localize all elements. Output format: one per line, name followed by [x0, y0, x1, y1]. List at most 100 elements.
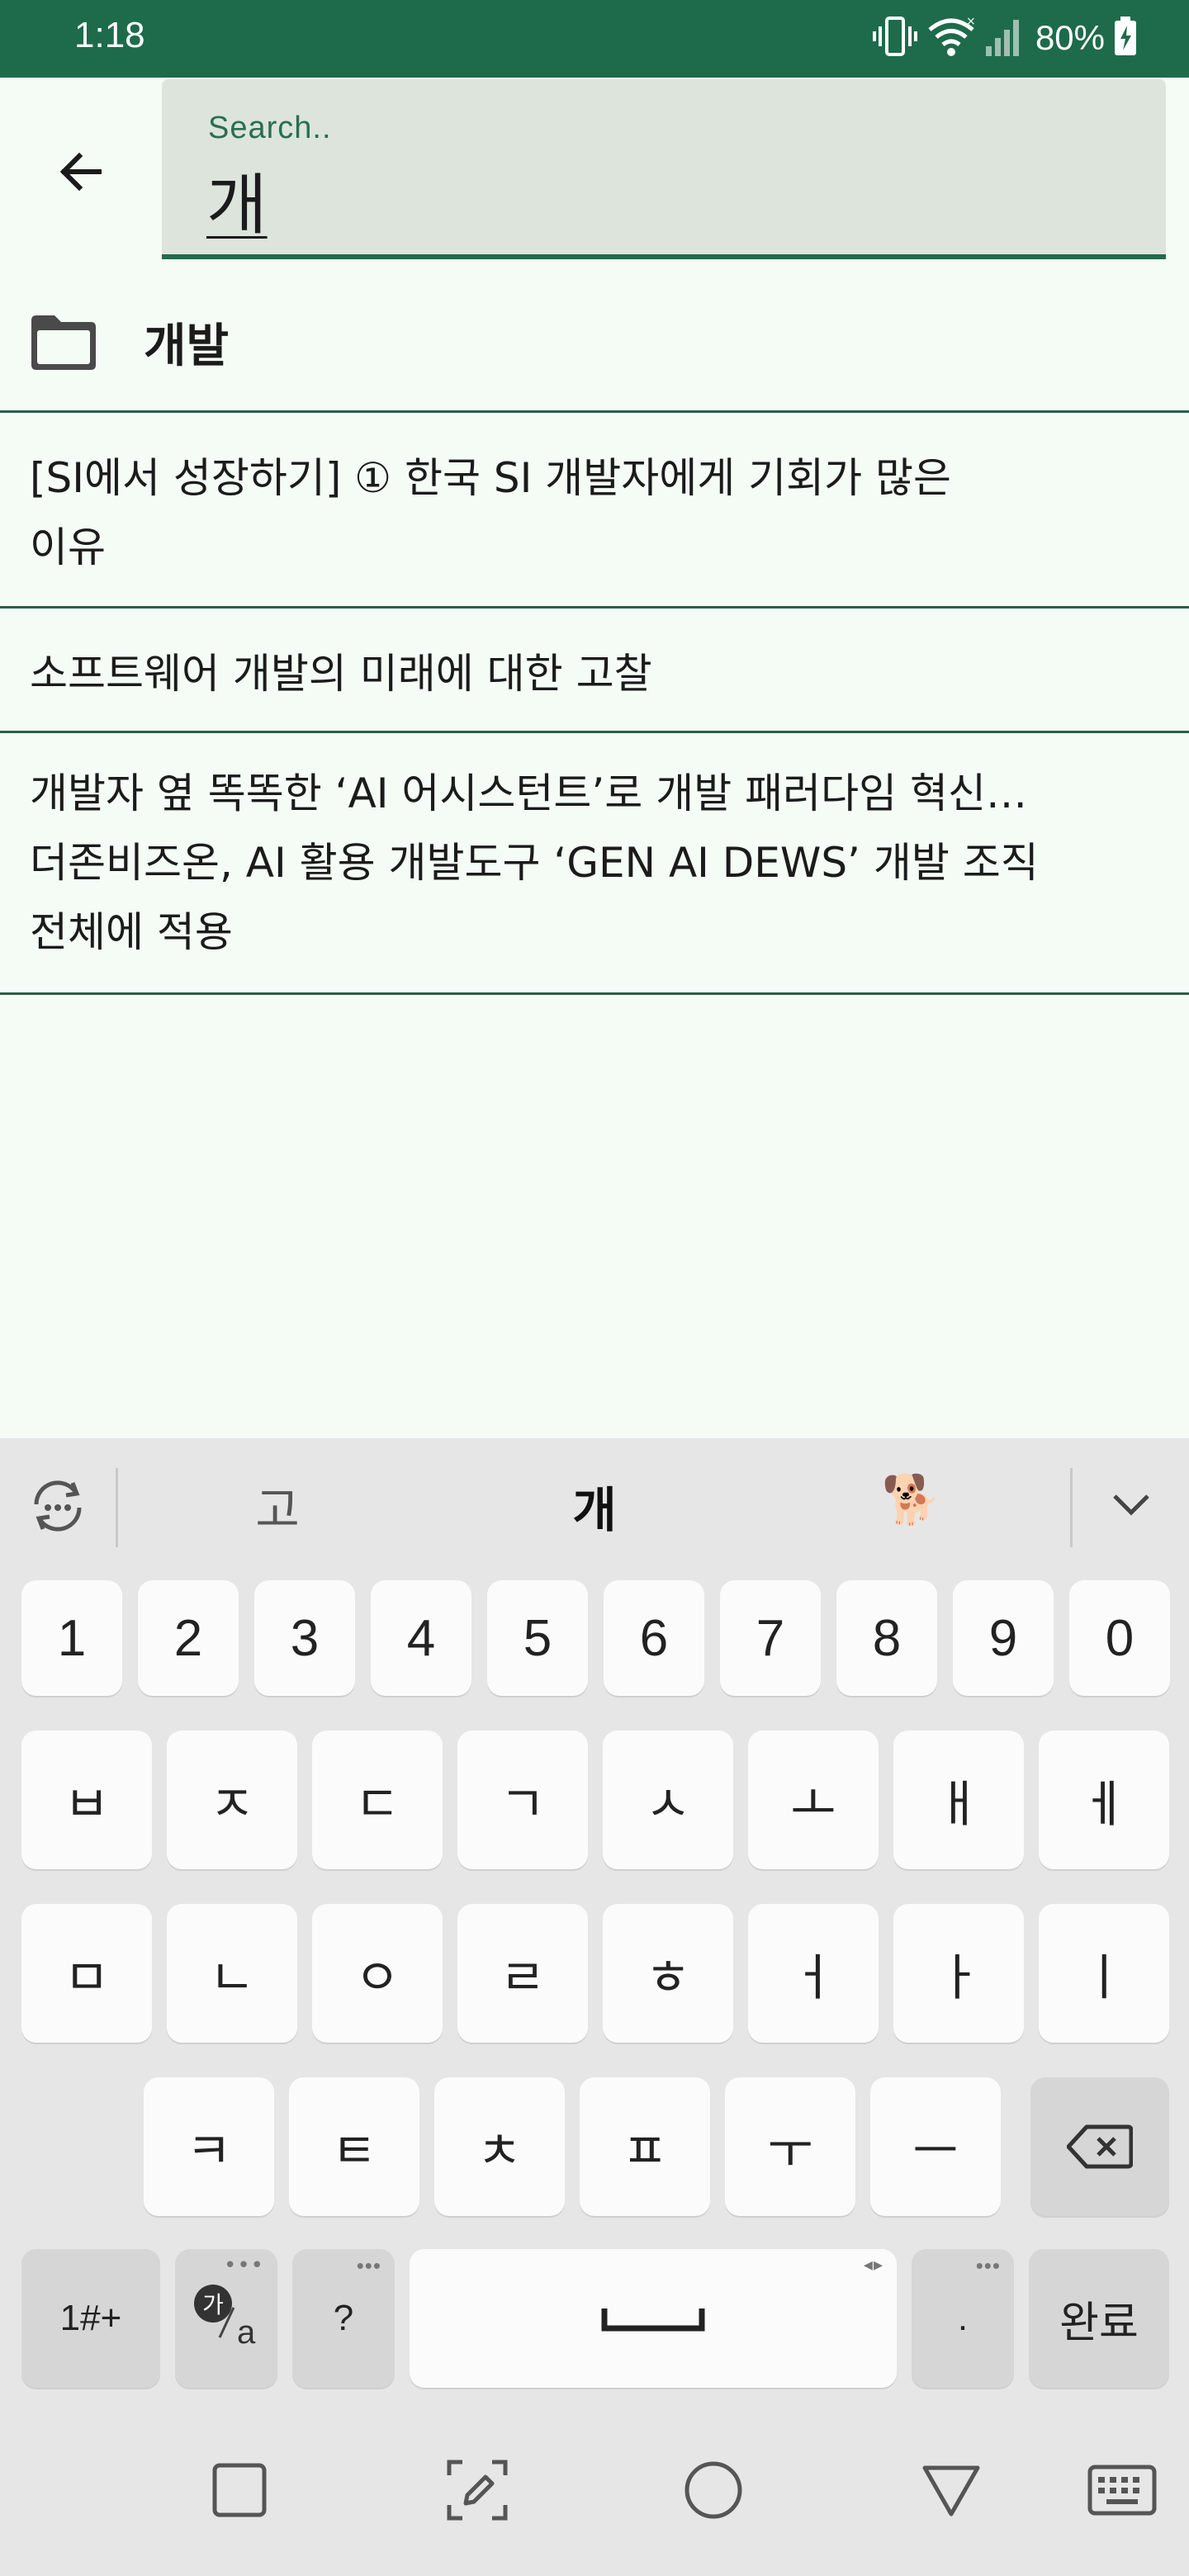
key[interactable]: ㅂ [21, 1731, 152, 1869]
list-item-line: 전체에 적용 [30, 908, 233, 956]
key[interactable]: ㅈ [167, 1731, 297, 1869]
circle-icon [685, 2461, 742, 2519]
battery-charging-icon [1113, 16, 1138, 60]
status-bar: 1:18 × 80% [0, 0, 1189, 78]
edit-capture-icon [447, 2460, 508, 2521]
language-key-sub: a [237, 2314, 256, 2351]
list-item-title: [SI에서 성장하기] ① 한국 SI 개발자에게 기회가 많은 이유 [30, 443, 1164, 582]
search-input[interactable]: 개 [206, 152, 268, 248]
key[interactable]: ㅔ [1039, 1731, 1169, 1869]
folder-icon [31, 315, 96, 370]
keyboard-tools-icon[interactable] [23, 1471, 92, 1541]
key[interactable]: ㅅ [603, 1731, 733, 1869]
key[interactable]: ㅣ [1039, 1904, 1169, 2043]
key[interactable]: 9 [953, 1580, 1054, 1696]
key[interactable]: 4 [371, 1580, 471, 1696]
home-button[interactable] [674, 2451, 753, 2530]
back-button[interactable] [41, 132, 121, 211]
key[interactable]: ㅁ [21, 1904, 152, 2043]
key[interactable]: ㅋ [144, 2077, 274, 2216]
key[interactable]: ㄷ [312, 1731, 443, 1869]
list-item-line: 개발자 옆 똑똑한 ‘AI 어시스턴트’로 개발 패러다임 혁신… [30, 769, 1027, 817]
battery-percent: 80% [1035, 18, 1105, 57]
cell-signal-icon [984, 15, 1022, 61]
key[interactable]: ㅏ [893, 1904, 1024, 2043]
more-dots-icon: ••• [223, 2253, 264, 2278]
more-dots-icon: ••• [356, 2253, 381, 2278]
key[interactable]: 3 [254, 1580, 355, 1696]
suggestion-divider [116, 1468, 118, 1547]
list-item-line: 더존비즈온, AI 활용 개발도구 ‘GEN AI DEWS’ 개발 조직 [30, 839, 1039, 887]
suggestion-item[interactable]: 개 [512, 1471, 677, 1541]
keyboard: 고 개 🐕 1 2 3 4 5 6 7 8 9 0 ㅂ ㅈ ㄷ ㄱ ㅅ ㅗ ㅐ … [0, 1438, 1189, 2576]
space-key[interactable]: ◂▸ [410, 2249, 897, 2388]
key[interactable]: ㅊ [434, 2077, 565, 2216]
key[interactable]: 7 [720, 1580, 821, 1696]
search-label: Search.. [208, 111, 332, 145]
collapse-button[interactable] [1098, 1471, 1164, 1537]
more-dots-icon: ••• [975, 2253, 1001, 2278]
key[interactable]: 5 [487, 1580, 588, 1696]
navigation-bar [0, 2427, 1189, 2576]
suggestion-divider [1070, 1468, 1073, 1547]
list-item-line: [SI에서 성장하기] ① 한국 SI 개발자에게 기회가 많은 [30, 454, 952, 502]
question-key[interactable]: ••• ? [292, 2249, 395, 2388]
key[interactable]: 1 [21, 1580, 122, 1696]
language-key-main: 가 [194, 2285, 232, 2323]
backspace-key[interactable] [1030, 2077, 1169, 2216]
suggestion-item[interactable]: 🐕 [829, 1471, 994, 1528]
key[interactable]: ㅐ [893, 1731, 1024, 1869]
key[interactable]: 0 [1069, 1580, 1170, 1696]
svg-text:×: × [966, 15, 976, 28]
triangle-down-icon [922, 2465, 980, 2517]
key[interactable]: ㄴ [167, 1904, 297, 2043]
vibrate-icon [872, 15, 918, 61]
capture-button[interactable] [438, 2451, 517, 2530]
suggestion-bar: 고 개 🐕 [0, 1438, 1189, 1574]
key[interactable]: ㅗ [748, 1731, 879, 1869]
status-icons: × 80% [872, 12, 1138, 64]
wifi-icon: × [926, 15, 976, 61]
back-nav-button[interactable] [912, 2451, 991, 2530]
key[interactable]: ㄹ [457, 1904, 588, 2043]
period-key-label: . [957, 2298, 969, 2338]
keyboard-icon [1087, 2465, 1157, 2516]
suggestion-item[interactable]: 고 [195, 1471, 360, 1541]
symbols-key[interactable]: 1#+ [21, 2249, 160, 2388]
list-item[interactable]: 소프트웨어 개발의 미래에 대한 고찰 [0, 611, 1189, 733]
key[interactable]: ㅡ [870, 2077, 1001, 2216]
language-key[interactable]: ••• 가 a [175, 2249, 277, 2388]
space-icon [601, 2308, 705, 2332]
search-underline [162, 254, 1166, 259]
key[interactable]: ㄱ [457, 1731, 588, 1869]
status-time: 1:18 [74, 15, 145, 55]
arrow-back-icon [59, 152, 102, 192]
key[interactable]: ㅓ [748, 1904, 879, 2043]
list-item[interactable]: [SI에서 성장하기] ① 한국 SI 개발자에게 기회가 많은 이유 [0, 415, 1189, 608]
question-key-label: ? [333, 2298, 354, 2338]
key[interactable]: ㅎ [603, 1904, 733, 2043]
keyboard-switch-button[interactable] [1077, 2451, 1168, 2530]
key[interactable]: 2 [138, 1580, 239, 1696]
key[interactable]: 8 [836, 1580, 937, 1696]
folder-label: 개발 [144, 320, 230, 373]
key[interactable]: 6 [604, 1580, 704, 1696]
key[interactable]: ㅍ [580, 2077, 710, 2216]
key[interactable]: ㅇ [312, 1904, 443, 2043]
cursor-move-icon: ◂▸ [863, 2255, 883, 2275]
list-item-line: 소프트웨어 개발의 미래에 대한 고찰 [30, 650, 652, 698]
list-item-title: 소프트웨어 개발의 미래에 대한 고찰 [30, 639, 1164, 708]
period-key[interactable]: ••• . [912, 2249, 1014, 2388]
key[interactable]: ㅜ [725, 2077, 855, 2216]
list-item[interactable]: 개발자 옆 똑똑한 ‘AI 어시스턴트’로 개발 패러다임 혁신… 더존비즈온,… [0, 736, 1189, 995]
search-field[interactable]: Search.. 개 [162, 79, 1166, 259]
recents-button[interactable] [200, 2451, 279, 2530]
language-switch-icon: 가 a [189, 2281, 263, 2356]
folder-row[interactable]: 개발 [0, 277, 1189, 413]
backspace-icon [1067, 2124, 1133, 2169]
done-key[interactable]: 완료 [1029, 2249, 1169, 2388]
chevron-down-icon [1113, 1494, 1149, 1516]
list-item-title: 개발자 옆 똑똑한 ‘AI 어시스턴트’로 개발 패러다임 혁신… 더존비즈온,… [30, 759, 1164, 967]
key[interactable]: ㅌ [289, 2077, 419, 2216]
square-icon [212, 2463, 267, 2517]
